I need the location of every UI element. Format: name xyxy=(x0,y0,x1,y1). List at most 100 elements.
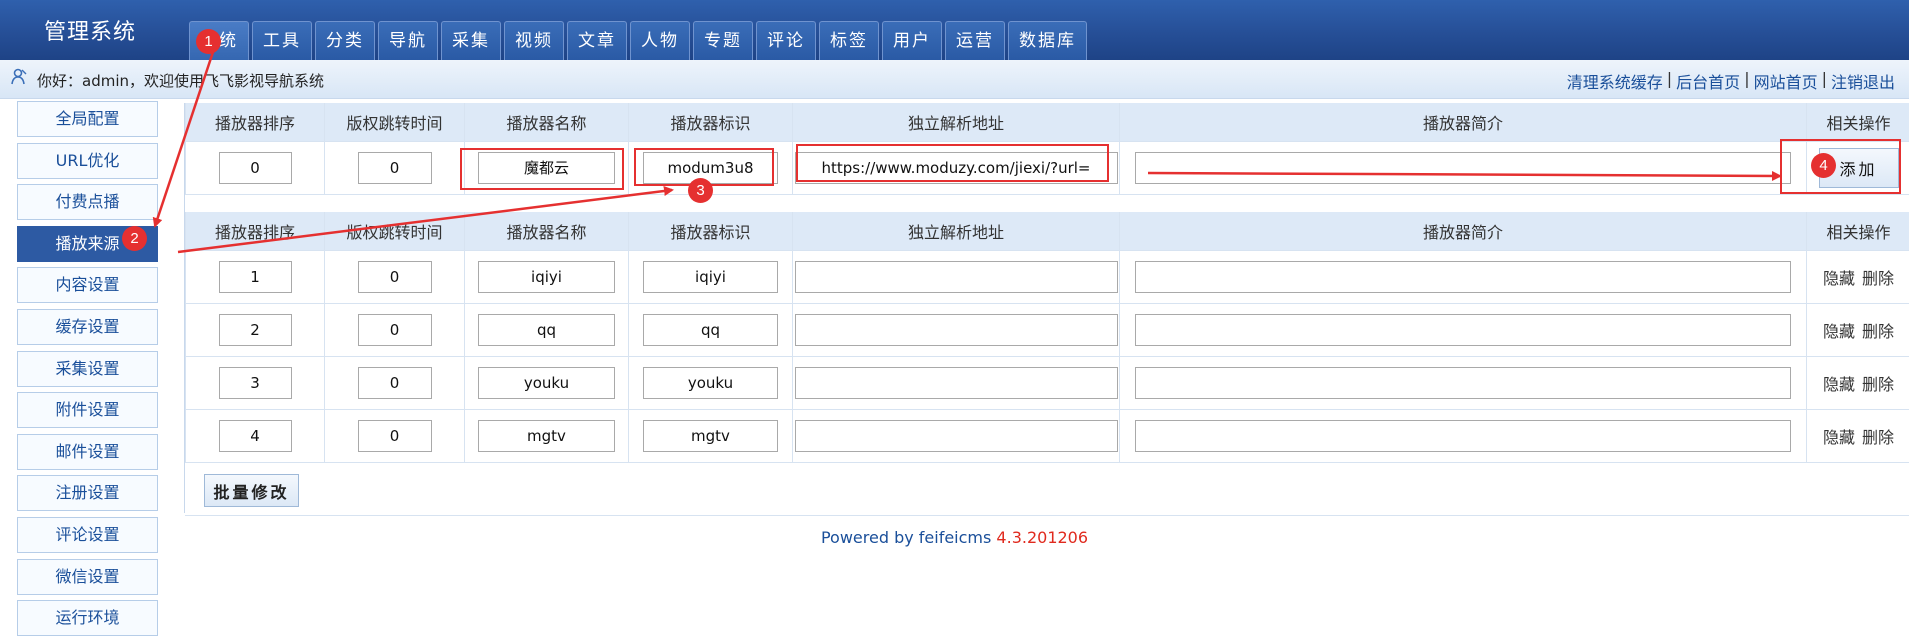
annotation-badge-1: 1 xyxy=(196,29,221,54)
sidebar-item-attachment-settings[interactable]: 附件设置 xyxy=(17,392,158,429)
nav-tab-collect[interactable]: 采集 xyxy=(441,21,501,60)
sidebar-item-mail-settings[interactable]: 邮件设置 xyxy=(17,433,158,470)
sidebar-item-global-config[interactable]: 全局配置 xyxy=(17,101,158,137)
nav-tab-category[interactable]: 分类 xyxy=(315,21,375,60)
nav-tab-tag[interactable]: 标签 xyxy=(819,21,879,60)
row-time-input[interactable] xyxy=(357,366,432,399)
delete-link[interactable]: 删除 xyxy=(1862,269,1894,288)
footer: Powered by feifeicms 4.3.201206 xyxy=(0,528,1909,547)
top-nav: 系统 工具 分类 导航 采集 视频 文章 人物 专题 评论 标签 用户 运营 数… xyxy=(189,21,1090,60)
hide-link[interactable]: 隐藏 xyxy=(1823,375,1855,394)
hide-link[interactable]: 隐藏 xyxy=(1823,428,1855,447)
row-sort-input[interactable] xyxy=(218,419,292,452)
row-url-input[interactable] xyxy=(794,260,1118,293)
table-row: 隐藏 删除 xyxy=(185,249,1909,304)
row-url-input[interactable] xyxy=(794,419,1118,452)
row-ops: 隐藏 删除 xyxy=(1806,355,1909,410)
hide-link[interactable]: 隐藏 xyxy=(1823,269,1855,288)
row-ops: 隐藏 删除 xyxy=(1806,408,1909,463)
admin-home-link[interactable]: 后台首页 xyxy=(1676,69,1740,93)
sidebar-item-collect-settings[interactable]: 采集设置 xyxy=(17,350,158,387)
nav-tab-navigation[interactable]: 导航 xyxy=(378,21,438,60)
row-desc-input[interactable] xyxy=(1135,366,1791,399)
link-separator: | xyxy=(1666,69,1673,88)
add-sort-input[interactable] xyxy=(218,151,292,184)
col-header-sort: 播放器排序 xyxy=(185,212,325,251)
col-header-url: 独立解析地址 xyxy=(792,212,1120,251)
sidebar-item-wechat-settings[interactable]: 微信设置 xyxy=(17,558,158,595)
delete-link[interactable]: 删除 xyxy=(1862,322,1894,341)
row-desc-input[interactable] xyxy=(1135,419,1791,452)
nav-tab-topic[interactable]: 专题 xyxy=(693,21,753,60)
add-time-input[interactable] xyxy=(357,151,432,184)
link-separator: | xyxy=(1744,69,1750,88)
col-header-name: 播放器名称 xyxy=(464,212,629,251)
row-sort-input[interactable] xyxy=(218,366,292,399)
nav-tab-operation[interactable]: 运营 xyxy=(945,21,1005,60)
footer-powered-by: Powered by feifeicms xyxy=(820,528,997,547)
row-name-input[interactable] xyxy=(478,419,615,452)
row-time-input[interactable] xyxy=(357,419,432,452)
add-desc-input[interactable] xyxy=(1135,151,1791,184)
row-id-input[interactable] xyxy=(643,366,778,399)
top-header: 管理系统 系统 工具 分类 导航 采集 视频 文章 人物 专题 评论 标签 用户… xyxy=(0,0,1909,60)
row-ops: 隐藏 删除 xyxy=(1806,302,1909,357)
col-header-time: 版权跳转时间 xyxy=(324,103,465,142)
annotation-badge-4: 4 xyxy=(1811,153,1836,178)
row-id-input[interactable] xyxy=(643,313,778,346)
row-url-input[interactable] xyxy=(794,313,1118,346)
row-desc-input[interactable] xyxy=(1135,260,1791,293)
row-sort-input[interactable] xyxy=(218,260,292,293)
delete-link[interactable]: 删除 xyxy=(1862,428,1894,447)
sidebar-item-runtime-env[interactable]: 运行环境 xyxy=(17,600,158,637)
row-desc-input[interactable] xyxy=(1135,313,1791,346)
col-header-id: 播放器标识 xyxy=(628,103,793,142)
nav-tab-database[interactable]: 数据库 xyxy=(1008,21,1087,60)
nav-tab-tools[interactable]: 工具 xyxy=(252,21,312,60)
row-id-input[interactable] xyxy=(643,419,778,452)
col-header-desc: 播放器简介 xyxy=(1119,212,1807,251)
table-row: 隐藏 删除 xyxy=(185,408,1909,463)
row-time-input[interactable] xyxy=(357,260,432,293)
annotation-badge-3: 3 xyxy=(688,178,713,203)
nav-tab-comment[interactable]: 评论 xyxy=(756,21,816,60)
annotation-box-name xyxy=(460,148,624,190)
row-ops: 隐藏 删除 xyxy=(1806,249,1909,304)
col-header-desc: 播放器简介 xyxy=(1119,103,1807,142)
sidebar: 全局配置 URL优化 付费点播 播放来源 内容设置 缓存设置 采集设置 附件设置… xyxy=(17,101,158,642)
site-home-link[interactable]: 网站首页 xyxy=(1754,69,1818,93)
clear-cache-link[interactable]: 清理系统缓存 xyxy=(1567,69,1663,93)
row-id-input[interactable] xyxy=(643,260,778,293)
user-icon xyxy=(10,68,28,86)
row-sort-input[interactable] xyxy=(218,313,292,346)
annotation-box-add xyxy=(1780,139,1901,194)
batch-row: 批量修改 xyxy=(185,464,1909,516)
annotation-box-url xyxy=(796,144,1109,182)
col-header-url: 独立解析地址 xyxy=(792,103,1120,142)
hide-link[interactable]: 隐藏 xyxy=(1823,322,1855,341)
nav-tab-people[interactable]: 人物 xyxy=(630,21,690,60)
delete-link[interactable]: 删除 xyxy=(1862,375,1894,394)
col-header-sort: 播放器排序 xyxy=(185,103,325,142)
nav-tab-video[interactable]: 视频 xyxy=(504,21,564,60)
batch-edit-button[interactable]: 批量修改 xyxy=(204,474,299,507)
sidebar-item-paid-vod[interactable]: 付费点播 xyxy=(17,184,158,221)
col-header-name: 播放器名称 xyxy=(464,103,629,142)
row-url-input[interactable] xyxy=(794,366,1118,399)
nav-tab-article[interactable]: 文章 xyxy=(567,21,627,60)
row-name-input[interactable] xyxy=(478,260,615,293)
nav-tab-user[interactable]: 用户 xyxy=(882,21,942,60)
logout-link[interactable]: 注销退出 xyxy=(1831,69,1895,93)
row-time-input[interactable] xyxy=(357,313,432,346)
row-name-input[interactable] xyxy=(478,366,615,399)
col-header-ops: 相关操作 xyxy=(1806,103,1909,142)
sidebar-item-cache-settings[interactable]: 缓存设置 xyxy=(17,308,158,345)
col-header-id: 播放器标识 xyxy=(628,212,793,251)
welcome-bar: 你好：admin，欢迎使用飞飞影视导航系统 清理系统缓存 | 后台首页 | 网站首页… xyxy=(0,60,1909,99)
sidebar-item-content-settings[interactable]: 内容设置 xyxy=(17,267,158,304)
row-name-input[interactable] xyxy=(478,313,615,346)
player-list-table: 播放器排序 版权跳转时间 播放器名称 播放器标识 独立解析地址 播放器简介 相关… xyxy=(185,212,1909,463)
sidebar-item-register-settings[interactable]: 注册设置 xyxy=(17,475,158,512)
sidebar-item-url-optimize[interactable]: URL优化 xyxy=(17,142,158,179)
table-row: 隐藏 删除 xyxy=(185,302,1909,357)
